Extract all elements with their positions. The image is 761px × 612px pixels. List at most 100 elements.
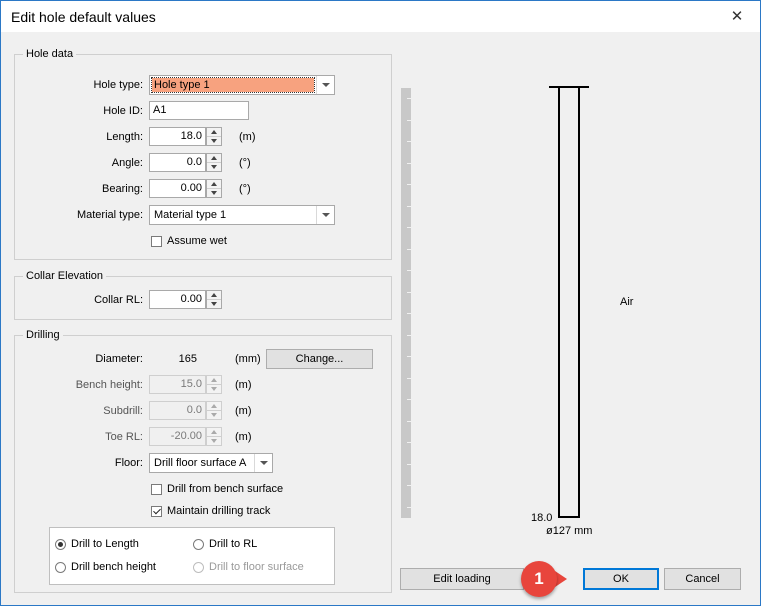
spin-up-icon[interactable] [207, 428, 221, 437]
spin-up-icon[interactable] [207, 291, 221, 300]
spin-down-icon[interactable] [207, 437, 221, 445]
diameter-label: Diameter: [95, 353, 143, 365]
length-label: Length: [106, 131, 143, 143]
floor-combo[interactable]: Drill floor surface A [149, 453, 273, 473]
bench-height-input[interactable]: 15.0 [149, 375, 206, 394]
bench-height-stepper[interactable] [206, 375, 222, 394]
ruler-tick [407, 356, 411, 357]
radio-drill-bench-height[interactable]: Drill bench height [55, 561, 156, 573]
radio-dot[interactable] [193, 561, 204, 573]
dialog-window: Edit hole default values ✕ Hole data Hol… [0, 0, 761, 606]
hole-id-label: Hole ID: [103, 105, 143, 117]
subdrill-unit: (m) [235, 405, 252, 417]
spin-up-icon[interactable] [207, 376, 221, 385]
hole-outline [558, 86, 580, 518]
ruler-tick [407, 206, 411, 207]
bench-height-unit: (m) [235, 379, 252, 391]
spin-down-icon[interactable] [207, 300, 221, 308]
ruler-tick [407, 507, 411, 508]
radio-drill-to-floor[interactable]: Drill to floor surface [193, 561, 304, 573]
subdrill-input[interactable]: 0.0 [149, 401, 206, 420]
maintain-track-checkbox[interactable]: Maintain drilling track [151, 505, 270, 517]
hole-type-combo[interactable]: Hole type 1 [149, 75, 335, 95]
ruler-tick [407, 98, 411, 99]
ruler-tick [407, 249, 411, 250]
spin-down-icon[interactable] [207, 189, 221, 197]
floor-value: Drill floor surface A [154, 457, 247, 469]
material-type-value: Material type 1 [154, 209, 227, 221]
checkbox-box[interactable] [151, 235, 162, 247]
ruler-tick [407, 485, 411, 486]
drill-bench-height-label: Drill bench height [71, 561, 156, 573]
cancel-button[interactable]: Cancel [664, 568, 741, 590]
maintain-track-label: Maintain drilling track [167, 505, 271, 517]
collar-rl-label: Collar RL: [94, 294, 143, 306]
ruler-tick [407, 335, 411, 336]
ok-button[interactable]: OK [583, 568, 659, 590]
toe-rl-input[interactable]: -20.00 [149, 427, 206, 446]
material-label: Air [620, 296, 634, 308]
step-number-badge: 1 [521, 561, 557, 597]
checkbox-box[interactable] [151, 483, 162, 495]
angle-input[interactable]: 0.0 [149, 153, 206, 172]
diameter-unit: (mm) [235, 353, 261, 365]
hole-preview [549, 86, 589, 518]
material-type-combo[interactable]: Material type 1 [149, 205, 335, 225]
hole-data-group-title: Hole data [23, 48, 77, 60]
drill-to-rl-label: Drill to RL [209, 538, 258, 550]
spin-down-icon[interactable] [207, 137, 221, 145]
drill-from-bench-checkbox[interactable]: Drill from bench surface [151, 483, 283, 495]
chevron-down-icon[interactable] [316, 206, 334, 224]
spin-up-icon[interactable] [207, 128, 221, 137]
angle-unit: (°) [239, 157, 251, 169]
drill-to-floor-label: Drill to floor surface [209, 561, 304, 573]
step-marker: 1 [521, 561, 571, 597]
edit-loading-button[interactable]: Edit loading [400, 568, 524, 590]
collar-elevation-group-title: Collar Elevation [23, 270, 107, 282]
assume-wet-checkbox[interactable]: Assume wet [151, 235, 227, 247]
ruler-tick [407, 464, 411, 465]
radio-dot[interactable] [193, 538, 204, 550]
toe-rl-stepper[interactable] [206, 427, 222, 446]
collar-rl-stepper[interactable] [206, 290, 222, 309]
spin-up-icon[interactable] [207, 154, 221, 163]
spin-down-icon[interactable] [207, 411, 221, 419]
spin-up-icon[interactable] [207, 180, 221, 189]
radio-drill-to-rl[interactable]: Drill to RL [193, 538, 257, 550]
change-diameter-button[interactable]: Change... [266, 349, 373, 369]
chevron-down-icon[interactable] [254, 454, 272, 472]
spin-up-icon[interactable] [207, 402, 221, 411]
collar-rl-input[interactable]: 0.00 [149, 290, 206, 309]
bearing-unit: (°) [239, 183, 251, 195]
diameter-preview-label: ø127 mm [546, 525, 593, 537]
bearing-stepper[interactable] [206, 179, 222, 198]
bearing-input[interactable]: 0.00 [149, 179, 206, 198]
ruler-tick [407, 421, 411, 422]
assume-wet-label: Assume wet [167, 235, 227, 247]
ruler-tick [407, 399, 411, 400]
length-unit: (m) [239, 131, 256, 143]
ruler-tick [407, 141, 411, 142]
drill-to-length-label: Drill to Length [71, 538, 139, 550]
bearing-label: Bearing: [102, 183, 143, 195]
angle-stepper[interactable] [206, 153, 222, 172]
subdrill-stepper[interactable] [206, 401, 222, 420]
ruler-tick [407, 227, 411, 228]
angle-label: Angle: [111, 157, 143, 169]
depth-ruler [401, 88, 411, 518]
hole-id-input[interactable]: A1 [149, 101, 249, 120]
radio-drill-to-length[interactable]: Drill to Length [55, 538, 139, 550]
ruler-tick [407, 184, 411, 185]
toe-rl-unit: (m) [235, 431, 252, 443]
spin-down-icon[interactable] [207, 385, 221, 393]
checkbox-box-checked[interactable] [151, 505, 162, 517]
spin-down-icon[interactable] [207, 163, 221, 171]
length-input[interactable]: 18.0 [149, 127, 206, 146]
toe-rl-label: Toe RL: [105, 431, 143, 443]
close-icon[interactable]: ✕ [726, 7, 748, 27]
chevron-down-icon[interactable] [316, 76, 334, 94]
length-stepper[interactable] [206, 127, 222, 146]
radio-dot-selected[interactable] [55, 538, 66, 550]
radio-dot[interactable] [55, 561, 66, 573]
window-title: Edit hole default values [11, 9, 156, 25]
